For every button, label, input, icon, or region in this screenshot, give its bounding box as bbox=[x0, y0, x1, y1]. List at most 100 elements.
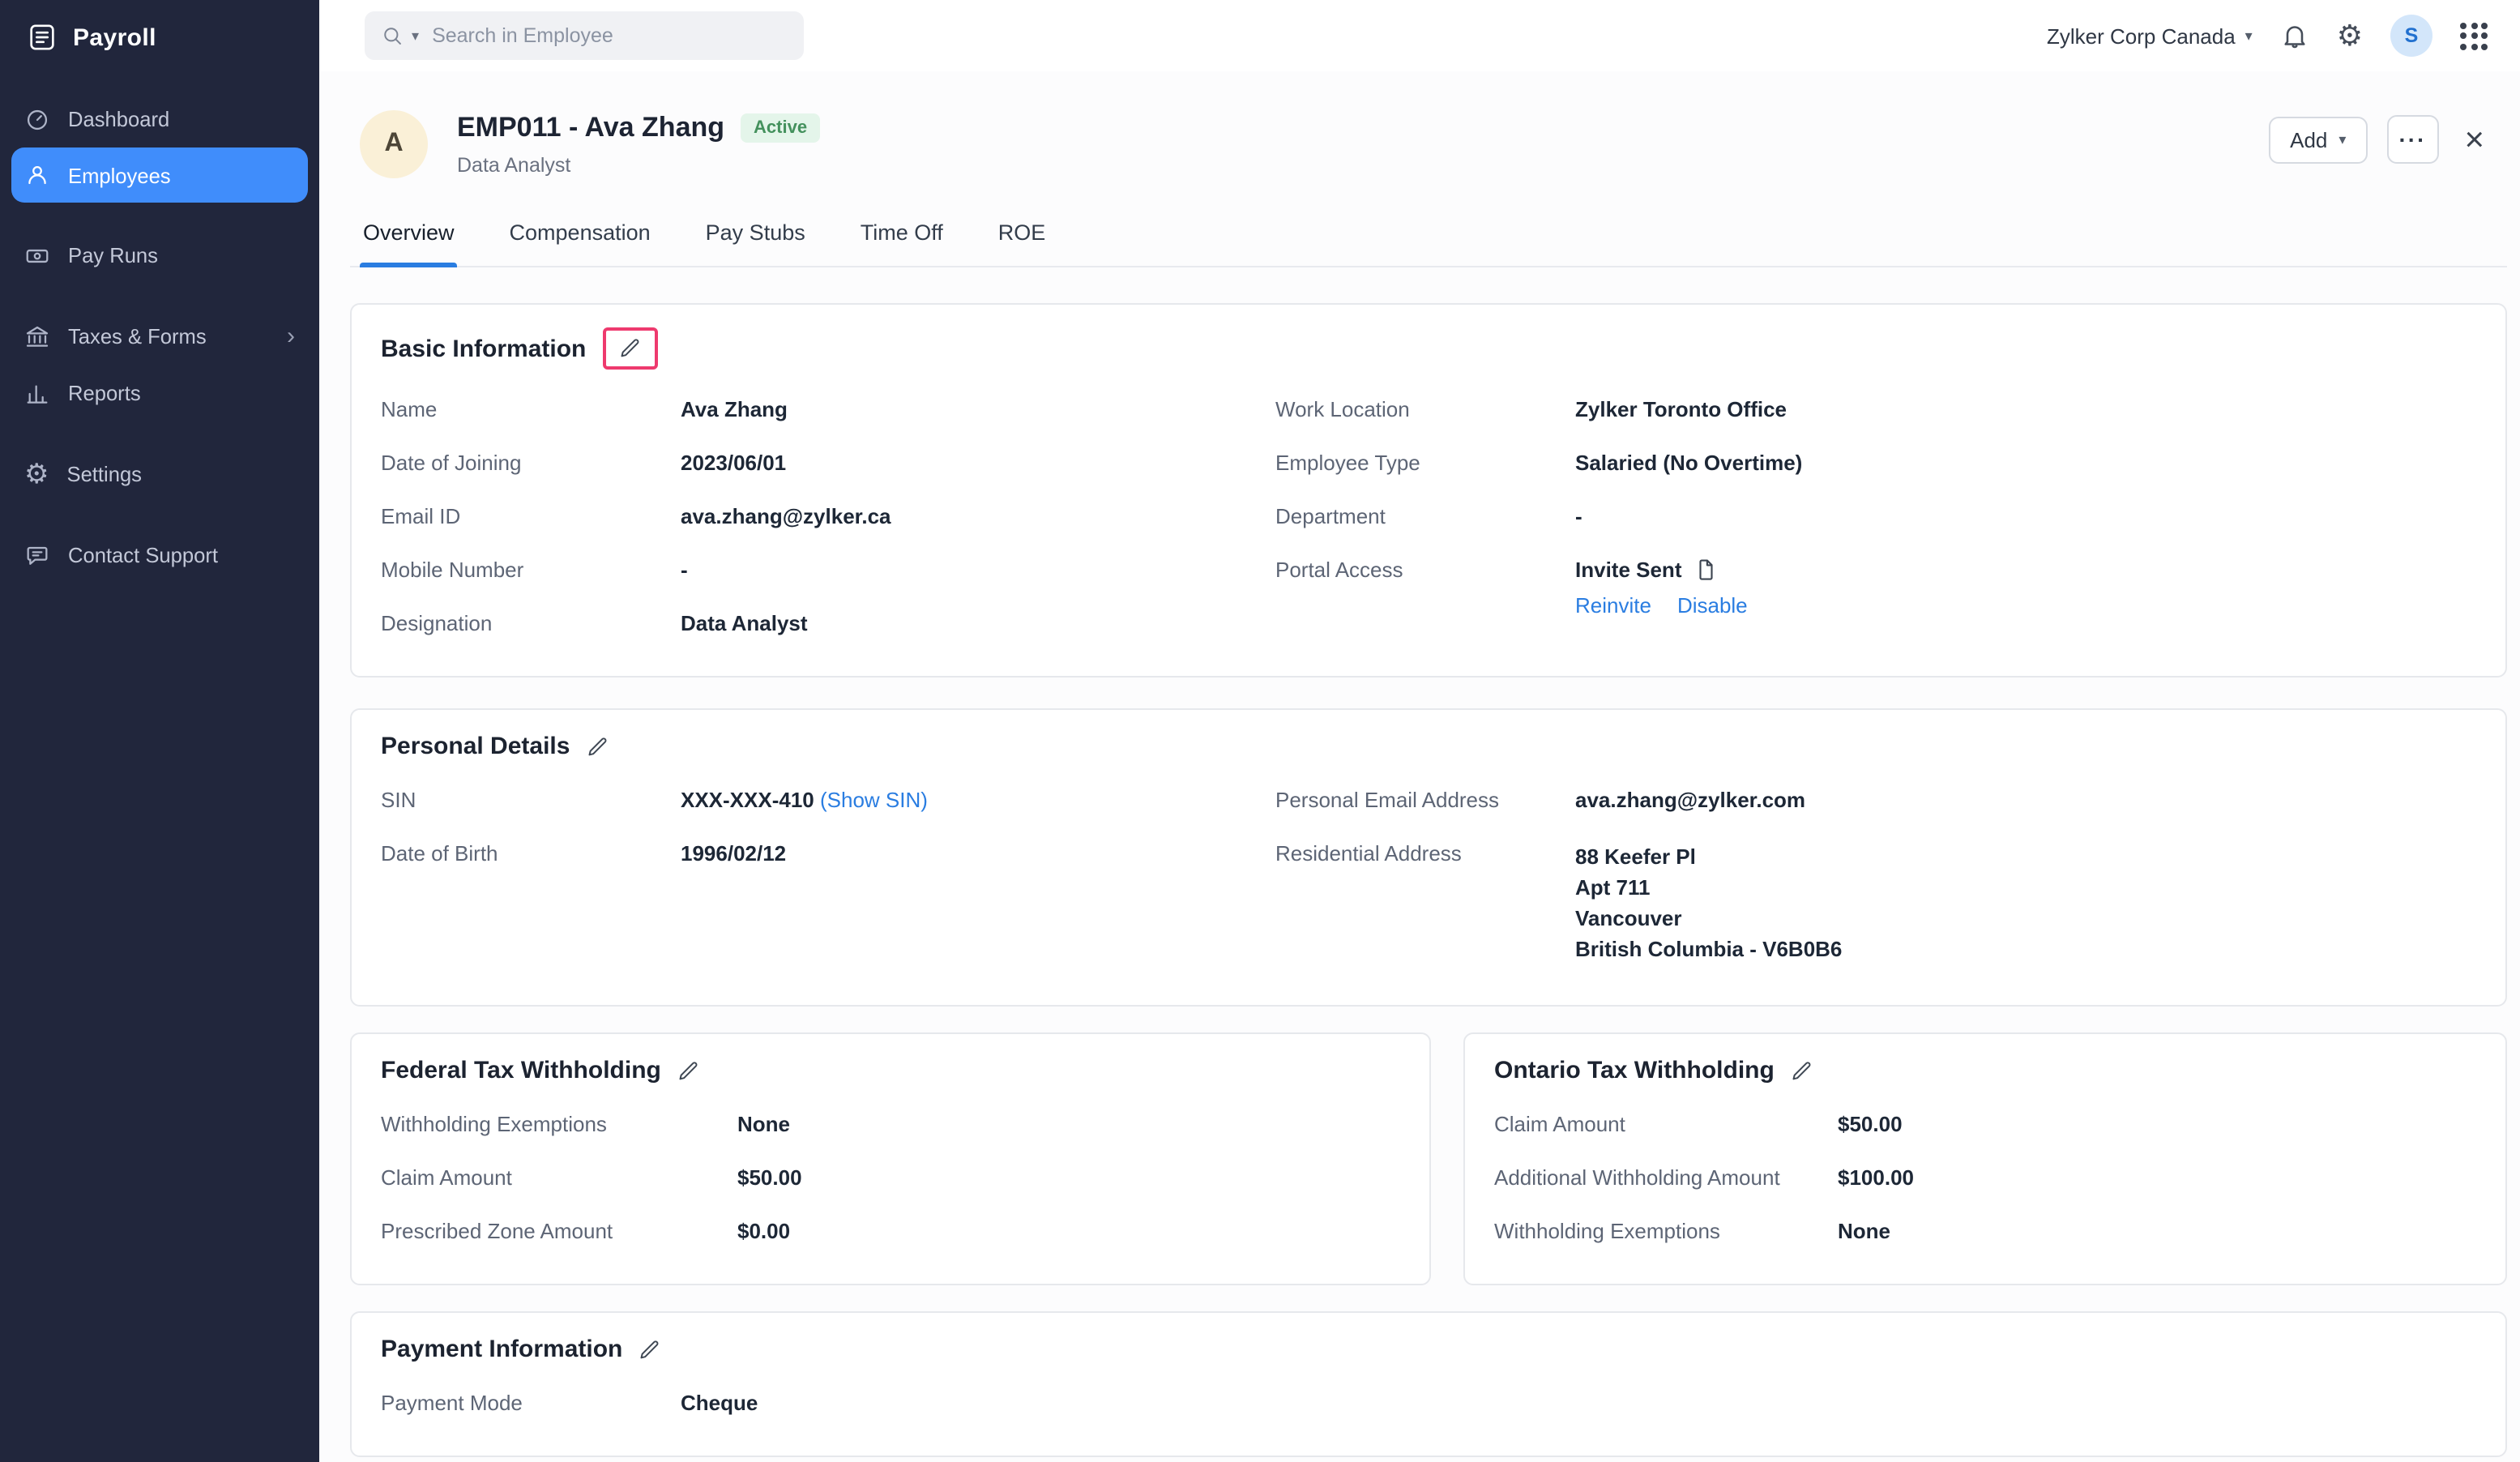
card-title: Federal Tax Withholding bbox=[381, 1057, 661, 1084]
topbar-actions: Zylker Corp Canada ▾ ⚙ S bbox=[2047, 15, 2488, 57]
employee-avatar: A bbox=[360, 110, 428, 178]
disable-link[interactable]: Disable bbox=[1677, 593, 1748, 618]
sidebar-item-label: Contact Support bbox=[68, 543, 218, 567]
employee-designation: Data Analyst bbox=[457, 154, 820, 177]
field-row: Personal Email Address ava.zhang@zylker.… bbox=[1275, 773, 2476, 827]
sidebar-item-label: Settings bbox=[67, 462, 143, 486]
employee-header: A EMP011 - Ava Zhang Active Data Analyst… bbox=[350, 110, 2507, 178]
field-row: Withholding ExemptionsNone bbox=[381, 1097, 1400, 1151]
status-badge: Active bbox=[741, 113, 820, 143]
reinvite-link[interactable]: Reinvite bbox=[1575, 593, 1651, 618]
more-options-button[interactable]: ··· bbox=[2386, 115, 2438, 164]
edit-ontario-tax-button[interactable] bbox=[1791, 1059, 1813, 1082]
address-value: 88 Keefer Pl Apt 711 Vancouver British C… bbox=[1575, 841, 1842, 964]
basic-information-card: Basic Information NameAva Zhang Date of … bbox=[350, 303, 2507, 678]
tab-time-off[interactable]: Time Off bbox=[857, 220, 946, 266]
field-row: DesignationData Analyst bbox=[381, 596, 1275, 650]
pencil-icon bbox=[586, 735, 609, 758]
app-logo: Payroll bbox=[0, 0, 319, 78]
sidebar-item-label: Pay Runs bbox=[68, 243, 158, 267]
topbar: ▾ Zylker Corp Canada ▾ ⚙ S bbox=[319, 0, 2520, 71]
field-row: Withholding ExemptionsNone bbox=[1494, 1204, 2476, 1258]
personal-details-card: Personal Details SIN XXX-XXX-410 (Show S… bbox=[350, 708, 2507, 1007]
sidebar: Payroll Dashboard Employees Pay Runs Tax… bbox=[0, 0, 319, 1462]
card-title: Personal Details bbox=[381, 733, 570, 760]
show-sin-link[interactable]: (Show SIN) bbox=[820, 788, 928, 812]
tab-roe[interactable]: ROE bbox=[995, 220, 1049, 266]
tab-overview[interactable]: Overview bbox=[360, 220, 458, 266]
sin-row: SIN XXX-XXX-410 (Show SIN) bbox=[381, 773, 1275, 827]
card-title: Payment Information bbox=[381, 1336, 622, 1363]
tab-compensation[interactable]: Compensation bbox=[506, 220, 654, 266]
page-content: A EMP011 - Ava Zhang Active Data Analyst… bbox=[319, 71, 2520, 1462]
sidebar-item-reports[interactable]: Reports bbox=[0, 365, 319, 421]
tab-pay-stubs[interactable]: Pay Stubs bbox=[703, 220, 809, 266]
card-title: Ontario Tax Withholding bbox=[1494, 1057, 1775, 1084]
search-scope-caret-icon[interactable]: ▾ bbox=[412, 27, 419, 45]
sidebar-item-label: Taxes & Forms bbox=[68, 324, 207, 348]
address-row: Residential Address 88 Keefer Pl Apt 711… bbox=[1275, 827, 2476, 979]
edit-personal-details-button[interactable] bbox=[586, 735, 609, 758]
tab-bar: Overview Compensation Pay Stubs Time Off… bbox=[350, 220, 2507, 267]
chevron-right-icon: › bbox=[287, 324, 295, 348]
app-root: Payroll Dashboard Employees Pay Runs Tax… bbox=[0, 0, 2520, 1462]
employee-title: EMP011 - Ava Zhang bbox=[457, 112, 724, 144]
sidebar-item-settings[interactable]: ⚙ Settings bbox=[0, 446, 319, 502]
bell-icon bbox=[2280, 21, 2309, 50]
sidebar-item-taxes-forms[interactable]: Taxes & Forms › bbox=[0, 308, 319, 365]
sidebar-nav: Dashboard Employees Pay Runs Taxes & For… bbox=[0, 91, 319, 584]
notifications-button[interactable] bbox=[2280, 21, 2309, 50]
dashboard-icon bbox=[24, 106, 50, 132]
edit-payment-information-button[interactable] bbox=[639, 1338, 661, 1361]
sidebar-item-dashboard[interactable]: Dashboard bbox=[0, 91, 319, 147]
org-name: Zylker Corp Canada bbox=[2047, 24, 2236, 48]
settings-button[interactable]: ⚙ bbox=[2337, 21, 2363, 50]
field-row: Department- bbox=[1275, 489, 2476, 543]
taxes-forms-icon bbox=[24, 323, 50, 349]
org-selector[interactable]: Zylker Corp Canada ▾ bbox=[2047, 24, 2253, 48]
chat-icon bbox=[24, 542, 50, 568]
sidebar-item-contact-support[interactable]: Contact Support bbox=[0, 527, 319, 584]
tax-cards-row: Federal Tax Withholding Withholding Exem… bbox=[350, 1032, 2507, 1285]
pencil-icon bbox=[1791, 1059, 1813, 1082]
main-area: ▾ Zylker Corp Canada ▾ ⚙ S bbox=[319, 0, 2520, 1462]
apps-grid-icon[interactable] bbox=[2460, 22, 2488, 49]
chevron-down-icon: ▾ bbox=[2338, 130, 2346, 148]
pencil-icon bbox=[618, 337, 641, 360]
federal-tax-card: Federal Tax Withholding Withholding Exem… bbox=[350, 1032, 1431, 1285]
ontario-tax-card: Ontario Tax Withholding Claim Amount$50.… bbox=[1463, 1032, 2507, 1285]
search-bar[interactable]: ▾ bbox=[365, 11, 804, 60]
invite-sent-icon bbox=[1694, 558, 1718, 582]
sidebar-item-label: Dashboard bbox=[68, 107, 169, 131]
edit-basic-information-button[interactable] bbox=[618, 337, 641, 360]
field-row: Claim Amount$50.00 bbox=[381, 1151, 1400, 1204]
sidebar-item-pay-runs[interactable]: Pay Runs bbox=[0, 227, 319, 284]
pencil-icon bbox=[639, 1338, 661, 1361]
close-button[interactable]: × bbox=[2464, 122, 2484, 156]
field-row: Date of Birth 1996/02/12 bbox=[381, 827, 1275, 880]
add-button[interactable]: Add ▾ bbox=[2269, 116, 2367, 163]
field-row: NameAva Zhang bbox=[381, 383, 1275, 436]
field-row: Payment ModeCheque bbox=[381, 1376, 2476, 1430]
sidebar-item-employees[interactable]: Employees bbox=[11, 147, 308, 203]
employees-icon bbox=[24, 162, 50, 188]
edit-federal-tax-button[interactable] bbox=[677, 1059, 700, 1082]
gear-icon: ⚙ bbox=[24, 460, 49, 488]
portal-access-row: Portal Access Invite Sent Reinvite bbox=[1275, 543, 2476, 632]
sin-value: XXX-XXX-410 bbox=[681, 788, 814, 812]
field-row: Email IDava.zhang@zylker.ca bbox=[381, 489, 1275, 543]
annotation-highlight-box bbox=[602, 327, 657, 370]
add-button-label: Add bbox=[2290, 127, 2327, 152]
field-row: Additional Withholding Amount$100.00 bbox=[1494, 1151, 2476, 1204]
app-title: Payroll bbox=[73, 24, 156, 51]
field-row: Employee TypeSalaried (No Overtime) bbox=[1275, 436, 2476, 489]
card-title: Basic Information bbox=[381, 335, 586, 362]
sidebar-item-label: Reports bbox=[68, 381, 141, 405]
basic-info-left-column: NameAva Zhang Date of Joining2023/06/01 … bbox=[381, 383, 1275, 650]
payment-information-card: Payment Information Payment ModeCheque bbox=[350, 1311, 2507, 1457]
search-input[interactable] bbox=[432, 24, 788, 47]
pay-runs-icon bbox=[24, 242, 50, 268]
gear-icon: ⚙ bbox=[2337, 21, 2363, 50]
user-avatar[interactable]: S bbox=[2390, 15, 2432, 57]
personal-left-column: SIN XXX-XXX-410 (Show SIN) Date of Birth… bbox=[381, 773, 1275, 979]
